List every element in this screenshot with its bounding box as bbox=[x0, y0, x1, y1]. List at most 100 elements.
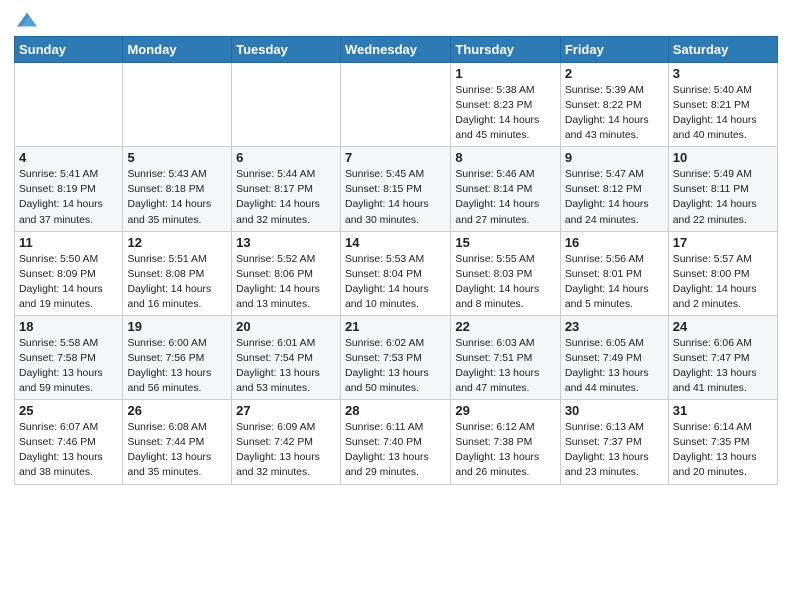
calendar-cell-w4-d6: 23 Sunrise: 6:05 AM Sunset: 7:49 PM Dayli… bbox=[560, 315, 668, 399]
calendar-cell-w5-d3: 27 Sunrise: 6:09 AM Sunset: 7:42 PM Dayli… bbox=[232, 400, 341, 484]
calendar-cell-w1-d5: 1Sunrise: 5:38 AM Sunset: 8:23 PM Daylig… bbox=[451, 63, 560, 147]
day-info: Sunrise: 5:47 AM Sunset: 8:12 PM Dayligh… bbox=[565, 167, 664, 227]
day-info: Sunrise: 6:14 AM Sunset: 7:35 PM Dayligh… bbox=[673, 420, 773, 480]
calendar-cell-w1-d2 bbox=[123, 63, 232, 147]
calendar-cell-w1-d1 bbox=[15, 63, 123, 147]
calendar-cell-w2-d3: 6 Sunrise: 5:44 AM Sunset: 8:17 PM Daylig… bbox=[232, 147, 341, 231]
day-number: 5 bbox=[127, 150, 227, 165]
calendar-cell-w2-d6: 9 Sunrise: 5:47 AM Sunset: 8:12 PM Daylig… bbox=[560, 147, 668, 231]
day-info: Sunrise: 5:43 AM Sunset: 8:18 PM Dayligh… bbox=[127, 167, 227, 227]
day-info: Sunrise: 5:57 AM Sunset: 8:00 PM Dayligh… bbox=[673, 252, 773, 312]
day-info: Sunrise: 6:08 AM Sunset: 7:44 PM Dayligh… bbox=[127, 420, 227, 480]
calendar-cell-w5-d6: 30Sunrise: 6:13 AM Sunset: 7:37 PM Dayli… bbox=[560, 400, 668, 484]
day-number: 21 bbox=[345, 319, 446, 334]
day-number: 11 bbox=[19, 235, 118, 250]
week-row-2: 4Sunrise: 5:41 AM Sunset: 8:19 PM Daylig… bbox=[15, 147, 778, 231]
day-info: Sunrise: 5:50 AM Sunset: 8:09 PM Dayligh… bbox=[19, 252, 118, 312]
calendar-cell-w3-d7: 17Sunrise: 5:57 AM Sunset: 8:00 PM Dayli… bbox=[668, 231, 777, 315]
day-info: Sunrise: 5:52 AM Sunset: 8:06 PM Dayligh… bbox=[236, 252, 336, 312]
day-info: Sunrise: 6:12 AM Sunset: 7:38 PM Dayligh… bbox=[455, 420, 555, 480]
calendar-cell-w5-d1: 25Sunrise: 6:07 AM Sunset: 7:46 PM Dayli… bbox=[15, 400, 123, 484]
calendar-cell-w1-d3 bbox=[232, 63, 341, 147]
day-number: 26 bbox=[127, 403, 227, 418]
day-info: Sunrise: 5:40 AM Sunset: 8:21 PM Dayligh… bbox=[673, 83, 773, 143]
day-number: 13 bbox=[236, 235, 336, 250]
day-number: 8 bbox=[455, 150, 555, 165]
week-row-5: 25Sunrise: 6:07 AM Sunset: 7:46 PM Dayli… bbox=[15, 400, 778, 484]
day-number: 24 bbox=[673, 319, 773, 334]
logo-icon bbox=[16, 10, 38, 32]
day-info: Sunrise: 6:09 AM Sunset: 7:42 PM Dayligh… bbox=[236, 420, 336, 480]
day-number: 15 bbox=[455, 235, 555, 250]
calendar-cell-w5-d4: 28Sunrise: 6:11 AM Sunset: 7:40 PM Dayli… bbox=[340, 400, 450, 484]
day-number: 12 bbox=[127, 235, 227, 250]
calendar-cell-w4-d2: 19 Sunrise: 6:00 AM Sunset: 7:56 PM Dayli… bbox=[123, 315, 232, 399]
day-info: Sunrise: 6:00 AM Sunset: 7:56 PM Dayligh… bbox=[127, 336, 227, 396]
day-number: 20 bbox=[236, 319, 336, 334]
weekday-header-friday: Friday bbox=[560, 37, 668, 63]
calendar-cell-w2-d7: 10 Sunrise: 5:49 AM Sunset: 8:11 PM Dayli… bbox=[668, 147, 777, 231]
day-number: 7 bbox=[345, 150, 446, 165]
day-number: 10 bbox=[673, 150, 773, 165]
day-number: 31 bbox=[673, 403, 773, 418]
calendar-cell-w4-d7: 24 Sunrise: 6:06 AM Sunset: 7:47 PM Dayli… bbox=[668, 315, 777, 399]
day-number: 2 bbox=[565, 66, 664, 81]
day-number: 6 bbox=[236, 150, 336, 165]
day-info: Sunrise: 5:58 AM Sunset: 7:58 PM Dayligh… bbox=[19, 336, 118, 396]
weekday-header-saturday: Saturday bbox=[668, 37, 777, 63]
week-row-1: 1Sunrise: 5:38 AM Sunset: 8:23 PM Daylig… bbox=[15, 63, 778, 147]
day-info: Sunrise: 5:55 AM Sunset: 8:03 PM Dayligh… bbox=[455, 252, 555, 312]
weekday-header-wednesday: Wednesday bbox=[340, 37, 450, 63]
page: SundayMondayTuesdayWednesdayThursdayFrid… bbox=[0, 0, 792, 495]
calendar-cell-w3-d3: 13 Sunrise: 5:52 AM Sunset: 8:06 PM Dayli… bbox=[232, 231, 341, 315]
weekday-header-tuesday: Tuesday bbox=[232, 37, 341, 63]
weekday-header-thursday: Thursday bbox=[451, 37, 560, 63]
calendar-cell-w4-d5: 22 Sunrise: 6:03 AM Sunset: 7:51 PM Dayli… bbox=[451, 315, 560, 399]
calendar-cell-w4-d4: 21 Sunrise: 6:02 AM Sunset: 7:53 PM Dayli… bbox=[340, 315, 450, 399]
calendar-cell-w4-d3: 20 Sunrise: 6:01 AM Sunset: 7:54 PM Dayli… bbox=[232, 315, 341, 399]
day-info: Sunrise: 6:02 AM Sunset: 7:53 PM Dayligh… bbox=[345, 336, 446, 396]
calendar-cell-w2-d1: 4Sunrise: 5:41 AM Sunset: 8:19 PM Daylig… bbox=[15, 147, 123, 231]
day-number: 1 bbox=[455, 66, 555, 81]
calendar-cell-w3-d2: 12 Sunrise: 5:51 AM Sunset: 8:08 PM Dayli… bbox=[123, 231, 232, 315]
day-info: Sunrise: 5:39 AM Sunset: 8:22 PM Dayligh… bbox=[565, 83, 664, 143]
logo bbox=[14, 10, 38, 30]
calendar-cell-w3-d4: 14 Sunrise: 5:53 AM Sunset: 8:04 PM Dayli… bbox=[340, 231, 450, 315]
day-info: Sunrise: 6:06 AM Sunset: 7:47 PM Dayligh… bbox=[673, 336, 773, 396]
calendar-cell-w3-d5: 15 Sunrise: 5:55 AM Sunset: 8:03 PM Dayli… bbox=[451, 231, 560, 315]
calendar-cell-w2-d5: 8Sunrise: 5:46 AM Sunset: 8:14 PM Daylig… bbox=[451, 147, 560, 231]
day-info: Sunrise: 5:53 AM Sunset: 8:04 PM Dayligh… bbox=[345, 252, 446, 312]
day-info: Sunrise: 6:07 AM Sunset: 7:46 PM Dayligh… bbox=[19, 420, 118, 480]
week-row-4: 18 Sunrise: 5:58 AM Sunset: 7:58 PM Dayli… bbox=[15, 315, 778, 399]
calendar-cell-w1-d4 bbox=[340, 63, 450, 147]
day-number: 9 bbox=[565, 150, 664, 165]
day-info: Sunrise: 5:44 AM Sunset: 8:17 PM Dayligh… bbox=[236, 167, 336, 227]
day-info: Sunrise: 5:51 AM Sunset: 8:08 PM Dayligh… bbox=[127, 252, 227, 312]
day-number: 23 bbox=[565, 319, 664, 334]
day-number: 16 bbox=[565, 235, 664, 250]
day-info: Sunrise: 5:49 AM Sunset: 8:11 PM Dayligh… bbox=[673, 167, 773, 227]
calendar-cell-w1-d7: 3 Sunrise: 5:40 AM Sunset: 8:21 PM Daylig… bbox=[668, 63, 777, 147]
day-number: 27 bbox=[236, 403, 336, 418]
day-number: 22 bbox=[455, 319, 555, 334]
calendar-table: SundayMondayTuesdayWednesdayThursdayFrid… bbox=[14, 36, 778, 485]
day-info: Sunrise: 6:05 AM Sunset: 7:49 PM Dayligh… bbox=[565, 336, 664, 396]
weekday-header-monday: Monday bbox=[123, 37, 232, 63]
week-row-3: 11 Sunrise: 5:50 AM Sunset: 8:09 PM Dayli… bbox=[15, 231, 778, 315]
day-info: Sunrise: 6:01 AM Sunset: 7:54 PM Dayligh… bbox=[236, 336, 336, 396]
calendar-cell-w2-d4: 7 Sunrise: 5:45 AM Sunset: 8:15 PM Daylig… bbox=[340, 147, 450, 231]
calendar-cell-w5-d2: 26 Sunrise: 6:08 AM Sunset: 7:44 PM Dayli… bbox=[123, 400, 232, 484]
weekday-header-sunday: Sunday bbox=[15, 37, 123, 63]
day-number: 3 bbox=[673, 66, 773, 81]
day-info: Sunrise: 6:03 AM Sunset: 7:51 PM Dayligh… bbox=[455, 336, 555, 396]
day-number: 18 bbox=[19, 319, 118, 334]
calendar-cell-w3-d6: 16Sunrise: 5:56 AM Sunset: 8:01 PM Dayli… bbox=[560, 231, 668, 315]
day-number: 30 bbox=[565, 403, 664, 418]
day-info: Sunrise: 5:41 AM Sunset: 8:19 PM Dayligh… bbox=[19, 167, 118, 227]
day-number: 19 bbox=[127, 319, 227, 334]
calendar-cell-w4-d1: 18 Sunrise: 5:58 AM Sunset: 7:58 PM Dayli… bbox=[15, 315, 123, 399]
calendar-cell-w5-d7: 31 Sunrise: 6:14 AM Sunset: 7:35 PM Dayli… bbox=[668, 400, 777, 484]
calendar-cell-w3-d1: 11 Sunrise: 5:50 AM Sunset: 8:09 PM Dayli… bbox=[15, 231, 123, 315]
day-info: Sunrise: 5:45 AM Sunset: 8:15 PM Dayligh… bbox=[345, 167, 446, 227]
day-number: 14 bbox=[345, 235, 446, 250]
